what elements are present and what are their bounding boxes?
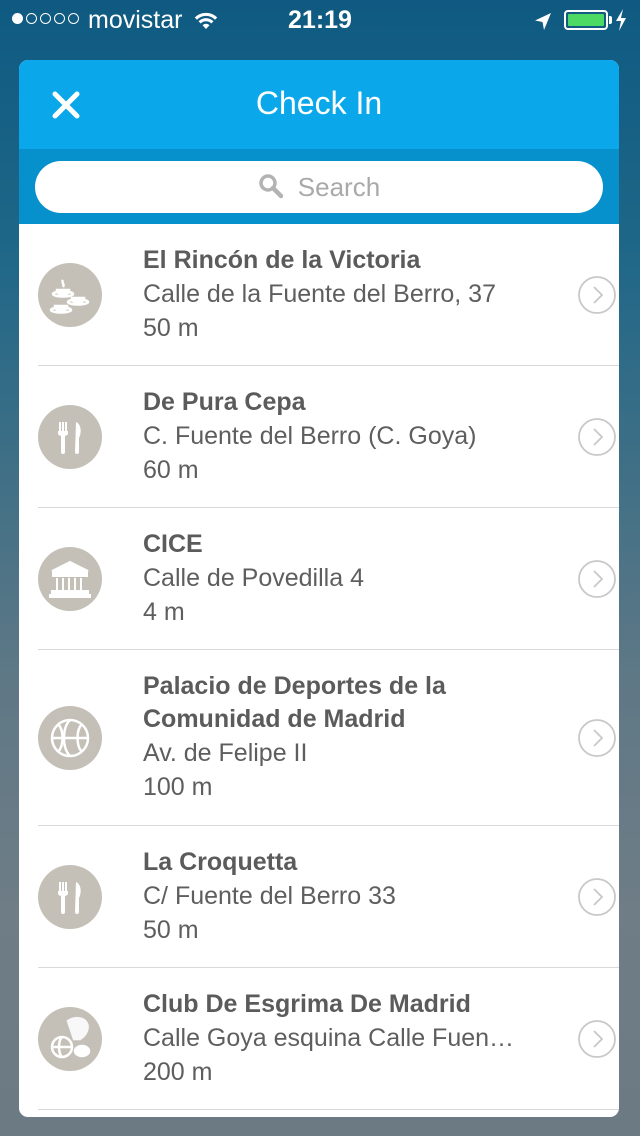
search-input[interactable]: Search [35,161,603,213]
venue-distance: 100 m [143,773,213,801]
venue-address: Av. de Felipe II [143,739,308,767]
venue-name: Palacio de Deportes de la Comunidad de M… [143,672,446,733]
venue-address: C. Fuente del Berro (C. Goya) [143,422,477,450]
venue-name: La Croquetta [143,848,298,876]
basketball-icon [38,706,102,770]
venue-name: De Pura Cepa [143,388,306,416]
building-icon [38,547,102,611]
battery-icon [564,10,608,30]
venue-address: C/ Fuente del Berro 33 [143,882,396,910]
list-item[interactable]: De Pura Cepa C. Fuente del Berro (C. Goy… [38,366,619,508]
venue-distance: 60 m [143,456,199,484]
chevron-right-icon[interactable] [578,719,616,757]
search-bar: Search [19,149,619,224]
search-icon [258,173,284,204]
list-item[interactable]: Club De Esgrima De Madrid Calle Goya esq… [38,968,619,1110]
cafe-icon [38,263,102,327]
status-bar: movistar 21:19 [0,0,640,40]
list-item[interactable]: La Croquetta C/ Fuente del Berro 33 50 m [38,826,619,968]
fork-knife-icon [38,405,102,469]
venue-distance: 50 m [143,314,199,342]
venue-name: El Rincón de la Victoria [143,246,421,274]
list-item[interactable]: El Rincón de la Victoria Calle de la Fue… [38,224,619,366]
venue-distance: 4 m [143,598,185,626]
chevron-right-icon[interactable] [578,878,616,916]
venue-distance: 50 m [143,916,199,944]
search-placeholder: Search [297,171,381,202]
chevron-right-icon[interactable] [578,1020,616,1058]
list-item[interactable]: CICE Calle de Povedilla 4 4 m [38,508,619,650]
location-arrow-icon [534,10,552,39]
chevron-right-icon[interactable] [578,560,616,598]
venue-name: Club De Esgrima De Madrid [143,990,471,1018]
chevron-right-icon[interactable] [578,418,616,456]
venue-address: Calle de la Fuente del Berro, 37 [143,280,496,308]
fork-knife-icon [38,865,102,929]
venue-address: Calle Goya esquina Calle Fuen… [143,1024,515,1052]
list-item[interactable]: Palacio de Deportes de la Comunidad de M… [38,650,619,826]
venue-list: El Rincón de la Victoria Calle de la Fue… [19,224,619,1110]
charging-bolt-icon [615,9,627,38]
sports-icon [38,1007,102,1071]
modal-header: Check In [19,60,619,149]
venue-address: Calle de Povedilla 4 [143,564,364,592]
check-in-modal: Check In Search El Rincón de la Victoria… [19,60,619,1117]
page-title: Check In [255,85,383,121]
venue-name: CICE [143,530,203,558]
venue-distance: 200 m [143,1058,213,1086]
chevron-right-icon[interactable] [578,276,616,314]
